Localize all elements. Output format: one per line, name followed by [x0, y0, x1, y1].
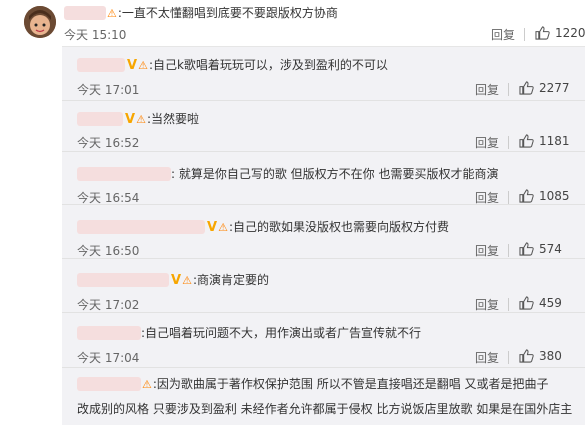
divider	[508, 191, 509, 204]
reply-button[interactable]: 回复	[475, 81, 499, 98]
username-blurred[interactable]	[77, 112, 123, 126]
divider	[508, 351, 509, 364]
verified-badge-icon: ⚠	[136, 113, 146, 126]
reply-button[interactable]: 回复	[475, 296, 499, 313]
like-button[interactable]: 459	[519, 296, 562, 310]
like-button[interactable]: 1181	[519, 134, 570, 148]
vip-icon: V	[171, 273, 182, 288]
divider	[508, 83, 509, 96]
reply-button[interactable]: 回复	[475, 189, 499, 206]
divider	[524, 28, 525, 41]
replies-panel: V⚠:自己k歌唱着玩玩可以，涉及到盈利的不可以 今天 17:01 回复 2277…	[62, 46, 585, 425]
divider	[508, 136, 509, 149]
divider	[508, 298, 509, 311]
main-comment: ⚠:一直不太懂翻唱到底要不要跟版权方协商 今天 15:10 回复 1220	[0, 0, 585, 46]
username-blurred[interactable]	[77, 326, 141, 340]
reply-time: 今天 16:52	[77, 136, 140, 150]
like-button[interactable]: 574	[519, 242, 562, 256]
like-count: 2277	[539, 81, 570, 95]
list-item: V⚠:自己k歌唱着玩玩可以，涉及到盈利的不可以 今天 17:01 回复 2277	[62, 47, 585, 101]
reply-time: 今天 17:04	[77, 351, 140, 365]
verified-badge-icon: ⚠	[107, 7, 117, 20]
reply-time: 今天 17:01	[77, 83, 140, 97]
verified-badge-icon: ⚠	[182, 274, 192, 287]
thumbs-up-icon	[519, 134, 534, 148]
thumbs-up-icon	[519, 349, 534, 363]
vip-icon: V	[207, 220, 218, 235]
like-count: 574	[539, 242, 562, 256]
list-item: : 就算是你自己写的歌 但版权方不在你 也需要买版权才能商演 今天 16:54 …	[62, 152, 585, 205]
thumbs-up-icon	[519, 296, 534, 310]
username-blurred[interactable]	[77, 58, 125, 72]
reply-button[interactable]: 回复	[491, 26, 515, 43]
username-blurred[interactable]	[77, 273, 169, 287]
reply-time: 今天 16:50	[77, 244, 140, 258]
verified-badge-icon: ⚠	[138, 59, 148, 72]
like-count: 1220	[555, 26, 585, 40]
avatar[interactable]	[24, 6, 56, 38]
reply-time: 今天 16:54	[77, 191, 140, 205]
reply-time: 今天 17:02	[77, 298, 140, 312]
main-comment-text: ⚠:一直不太懂翻唱到底要不要跟版权方协商	[64, 5, 338, 22]
username-blurred[interactable]	[64, 6, 106, 20]
thumbs-up-icon	[519, 242, 534, 256]
username-blurred[interactable]	[77, 220, 205, 234]
verified-badge-icon: ⚠	[142, 378, 152, 391]
vip-icon: V	[127, 58, 138, 73]
list-item: ⚠:因为歌曲属于著作权保护范围 所以不管是直接唱还是翻唱 又或者是把曲子 改成别…	[62, 368, 585, 425]
verified-badge-icon: ⚠	[218, 221, 228, 234]
list-item: V⚠:自己的歌如果没版权也需要向版权方付费 今天 16:50 回复 574	[62, 205, 585, 259]
list-item: V⚠:当然要啦 今天 16:52 回复 1181	[62, 101, 585, 152]
reply-button[interactable]: 回复	[475, 134, 499, 151]
like-count: 459	[539, 296, 562, 310]
thumbs-up-icon	[535, 26, 550, 40]
like-count: 1085	[539, 189, 570, 203]
divider	[508, 244, 509, 257]
like-count: 380	[539, 349, 562, 363]
list-item: V⚠:商演肯定要的 今天 17:02 回复 459	[62, 259, 585, 313]
username-blurred[interactable]	[77, 167, 171, 181]
reply-button[interactable]: 回复	[475, 349, 499, 366]
reply-button[interactable]: 回复	[475, 242, 499, 259]
like-button[interactable]: 2277	[519, 81, 570, 95]
thumbs-up-icon	[519, 189, 534, 203]
like-count: 1181	[539, 134, 570, 148]
thumbs-up-icon	[519, 81, 534, 95]
like-button[interactable]: 380	[519, 349, 562, 363]
like-button[interactable]: 1085	[519, 189, 570, 203]
like-button[interactable]: 1220	[535, 26, 585, 40]
username-blurred[interactable]	[77, 377, 141, 391]
list-item: :自己唱着玩问题不大，用作演出或者广告宣传就不行 今天 17:04 回复 380	[62, 313, 585, 368]
vip-icon: V	[125, 112, 136, 127]
comment-time: 今天 15:10	[64, 28, 127, 42]
